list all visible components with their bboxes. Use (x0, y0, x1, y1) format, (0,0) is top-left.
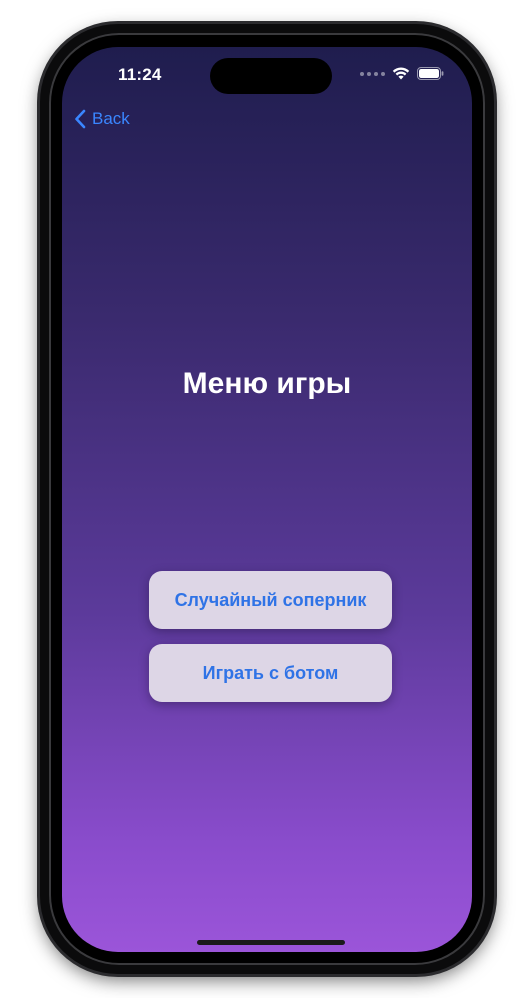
back-button[interactable]: Back (74, 109, 130, 129)
status-time: 11:24 (118, 65, 162, 84)
random-opponent-button[interactable]: Случайный соперник (149, 571, 392, 629)
battery-icon (417, 67, 444, 80)
play-with-bot-label: Играть с ботом (202, 662, 339, 683)
back-label: Back (92, 109, 130, 128)
play-with-bot-button[interactable]: Играть с ботом (149, 644, 392, 702)
app-screen: 11:24 Back Меню игры Случайный соперник … (62, 47, 472, 952)
dynamic-island (210, 58, 332, 94)
wifi-icon (392, 67, 410, 80)
page-title: Меню игры (182, 367, 352, 400)
home-indicator[interactable] (197, 940, 345, 945)
cellular-signal-icon (360, 71, 385, 76)
random-opponent-label: Случайный соперник (174, 589, 367, 610)
chevron-left-icon (74, 109, 86, 129)
status-indicators (360, 67, 444, 80)
